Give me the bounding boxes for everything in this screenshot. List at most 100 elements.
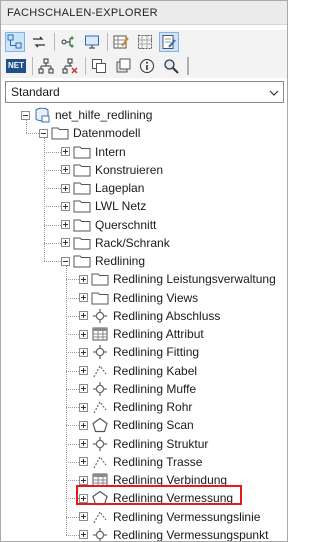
- tree-item-label: Redlining Rohr: [113, 400, 193, 414]
- expand-plus-icon[interactable]: [79, 420, 88, 430]
- toolbar-top: [1, 30, 287, 54]
- collapse-minus-icon[interactable]: [39, 128, 48, 138]
- tree-item-redlining-rohr[interactable]: Redlining Rohr: [79, 398, 192, 416]
- toolbar-button-edit-grid[interactable]: [111, 32, 131, 52]
- expand-plus-icon[interactable]: [79, 293, 88, 302]
- expand-plus-icon[interactable]: [79, 347, 88, 357]
- net-button[interactable]: NET: [5, 56, 27, 76]
- toolbar-button-hierarchy-delete[interactable]: [60, 56, 80, 76]
- toolbar-button-search[interactable]: [161, 56, 181, 76]
- tree-item-redlining-leistungsverwaltung[interactable]: Redlining Leistungsverwaltung: [79, 270, 276, 288]
- tree-item-redlining-attribut[interactable]: Redlining Attribut: [79, 325, 204, 343]
- tree-item-rack-schrank[interactable]: Rack/Schrank: [61, 234, 170, 252]
- panel-titlebar: FACHSCHALEN-EXPLORER: [1, 1, 287, 25]
- fachschalen-explorer-panel: FACHSCHALEN-EXPLORER NET Standard net_hi…: [0, 0, 288, 542]
- tree-connector: [66, 443, 79, 445]
- toolbar-button-info[interactable]: [137, 56, 157, 76]
- tree-item-label: Redlining Attribut: [113, 327, 204, 341]
- tree-item-querschnitt[interactable]: Querschnitt: [61, 216, 156, 234]
- expand-plus-icon[interactable]: [79, 366, 88, 375]
- tree-item-lageplan[interactable]: Lageplan: [61, 179, 144, 197]
- tree-connector: [66, 388, 79, 390]
- tree-item-redlining-vermessungspunkt[interactable]: Redlining Vermessungspunkt: [79, 526, 268, 541]
- toolbar-button-tree-view[interactable]: [5, 32, 25, 52]
- node-icon: [91, 381, 109, 397]
- tree-connector: [44, 224, 61, 226]
- pentagon-icon: [91, 417, 109, 433]
- tree-connector: [66, 516, 79, 518]
- toolbar-button-monitor[interactable]: [82, 32, 102, 52]
- expand-plus-icon[interactable]: [79, 402, 88, 412]
- tree-item-redlining-struktur[interactable]: Redlining Struktur: [79, 435, 208, 453]
- net-icon: NET: [6, 59, 26, 73]
- tree-item-label: Redlining Abschluss: [113, 308, 221, 323]
- view-select[interactable]: Standard: [5, 81, 284, 103]
- toolbar-separator: [85, 57, 86, 75]
- tree-item-redlining-vermessungslinie[interactable]: Redlining Vermessungslinie: [79, 508, 260, 526]
- tree-item-redlining-scan[interactable]: Redlining Scan: [79, 416, 194, 434]
- tree-item-redlining-muffe[interactable]: Redlining Muffe: [79, 380, 196, 398]
- tree-connector: [44, 151, 61, 153]
- toolbar-button-hierarchy[interactable]: [36, 56, 56, 76]
- tree-connector: [66, 498, 79, 500]
- tree-item-redlining-views[interactable]: Redlining Views: [79, 289, 198, 307]
- expand-plus-icon[interactable]: [61, 165, 70, 175]
- tree-item-redlining-vermessung[interactable]: Redlining Vermessung: [79, 489, 233, 507]
- tree-connector: [26, 133, 39, 135]
- tree-item-intern[interactable]: Intern: [61, 143, 126, 161]
- toolbar-button-refresh-arrows[interactable]: [29, 32, 49, 52]
- collapse-minus-icon[interactable]: [61, 256, 70, 266]
- tree-item-label: Rack/Schrank: [95, 235, 170, 250]
- tree-item-redlining-fitting[interactable]: Redlining Fitting: [79, 343, 199, 361]
- tree-item-redlining-verbindung[interactable]: Redlining Verbindung: [79, 471, 227, 489]
- expand-plus-icon[interactable]: [79, 530, 88, 540]
- toolbar-button-copy[interactable]: [89, 56, 109, 76]
- tree-item-redlining-trasse[interactable]: Redlining Trasse: [79, 453, 202, 471]
- folder-icon: [73, 235, 91, 251]
- expand-plus-icon[interactable]: [79, 384, 88, 394]
- chevron-down-icon[interactable]: [265, 85, 283, 99]
- folder-icon: [73, 198, 91, 214]
- toolbar-button-filter-network[interactable]: [58, 32, 78, 52]
- explorer-tree: net_hilfe_redlining Datenmodell Intern Kons…: [1, 105, 287, 541]
- tree-item-redlining[interactable]: Redlining: [61, 252, 145, 270]
- expand-plus-icon[interactable]: [79, 493, 88, 503]
- expand-plus-icon[interactable]: [79, 439, 88, 448]
- toolbar-button-select-grid[interactable]: [135, 32, 155, 52]
- tree-item-label: Redlining Kabel: [113, 363, 198, 378]
- tree-item-label: Redlining Vermessungspunkt: [113, 527, 269, 541]
- expand-plus-icon[interactable]: [79, 311, 88, 321]
- toolbar-button-edit-document[interactable]: [159, 32, 179, 52]
- tree-item-redlining-kabel[interactable]: Redlining Kabel: [79, 362, 197, 380]
- tree-item-label: Datenmodell: [73, 126, 141, 141]
- tree-item-label: Redlining: [95, 254, 146, 268]
- hierarchy-delete-icon: [62, 58, 78, 74]
- toolbar-grip[interactable]: [187, 57, 189, 75]
- expand-plus-icon[interactable]: [61, 147, 70, 156]
- expand-plus-icon[interactable]: [61, 238, 70, 248]
- expand-plus-icon[interactable]: [61, 183, 70, 193]
- collapse-minus-icon[interactable]: [21, 110, 30, 120]
- expand-plus-icon[interactable]: [79, 274, 88, 284]
- expand-plus-icon[interactable]: [61, 220, 70, 229]
- expand-plus-icon[interactable]: [79, 329, 88, 339]
- expand-plus-icon[interactable]: [79, 475, 88, 485]
- tree-item-label: Konstruieren: [95, 162, 164, 177]
- tree-item-root[interactable]: net_hilfe_redlining: [21, 106, 152, 124]
- tree-item-label: Redlining Verbindung: [113, 473, 228, 487]
- tree-item-datenmodell[interactable]: Datenmodell: [39, 124, 140, 142]
- tree-item-lwl-netz[interactable]: LWL Netz: [61, 197, 146, 215]
- tree-item-konstruieren[interactable]: Konstruieren: [61, 161, 163, 179]
- expand-plus-icon[interactable]: [61, 201, 70, 211]
- tree-item-label: Intern: [95, 144, 126, 159]
- toolbar-button-layers[interactable]: [113, 56, 133, 76]
- expand-plus-icon[interactable]: [79, 457, 88, 467]
- tree-item-redlining-abschluss[interactable]: Redlining Abschluss: [79, 307, 220, 325]
- edit-grid-icon: [113, 34, 129, 50]
- tree-item-label: Redlining Struktur: [113, 436, 209, 451]
- monitor-icon: [84, 34, 100, 50]
- expand-plus-icon[interactable]: [79, 512, 88, 521]
- select-grid-icon: [137, 34, 153, 50]
- tree-view-icon: [7, 34, 23, 50]
- tree-connector: [66, 266, 67, 535]
